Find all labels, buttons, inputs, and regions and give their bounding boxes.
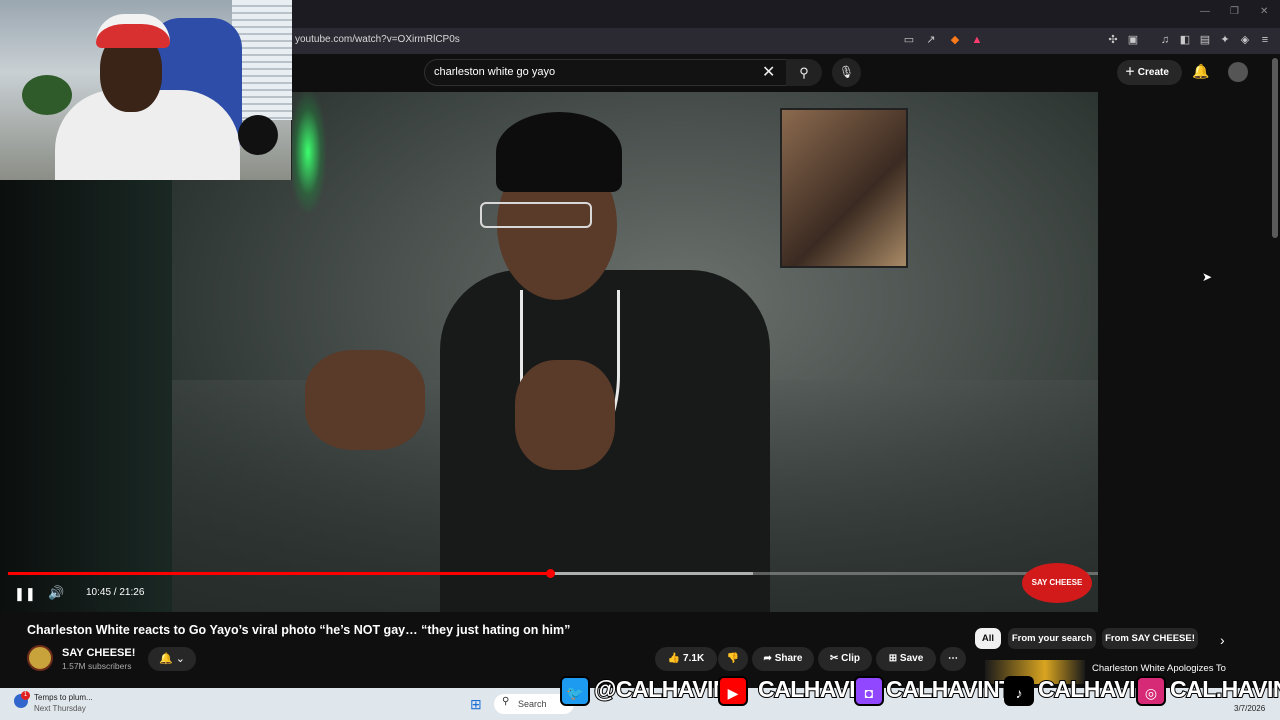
dislike-button[interactable]: 👎 [718,647,748,671]
progress-scrubber[interactable] [546,569,555,578]
streamer-microphone [238,115,278,155]
extensions-icon[interactable]: ✣ [1106,33,1120,47]
save-button[interactable]: ⊞ Save [876,647,936,671]
chip-from-search[interactable]: From your search [1008,628,1096,649]
vpn-icon[interactable]: ◈ [1238,33,1252,47]
instagram-handle: CAL.HAVIN [1169,675,1280,703]
bell-icon: 🔔 ⌄ [159,653,185,665]
chip-all[interactable]: All [975,628,1001,649]
bookmark-icon: ⊞ [888,653,900,664]
close-window-icon[interactable]: ✕ [1260,6,1268,17]
speaker-durag [496,112,622,192]
secondary-column [1098,92,1280,612]
share-button[interactable]: ➦ Share [752,647,814,671]
create-label: Create [1137,67,1169,78]
twitter-handle: @CALHAVIN [593,675,731,703]
brave-rewards-icon[interactable]: ▲ [970,33,984,47]
create-button[interactable]: ＋ Create [1117,60,1182,85]
taskbar-date: 3/7/2026 [1234,704,1266,713]
channel-logo-overlay: SAY CHEESE [1022,563,1092,603]
maximize-icon[interactable]: ❐ [1230,6,1239,17]
plus-icon: ＋ [1125,67,1138,78]
share-page-icon[interactable]: ↗ [924,33,938,47]
instagram-icon: ◎ [1136,676,1166,706]
widget-subtitle: Next Thursday [34,704,86,713]
music-icon[interactable]: ♫ [1158,33,1172,47]
screenshot-icon[interactable]: ▣ [1126,33,1140,47]
channel-avatar[interactable] [27,645,53,671]
tiktok-handle: CALHAVIN [1037,675,1153,703]
progress-played [8,572,550,575]
widget-title[interactable]: Temps to plum... [34,693,93,702]
cast-icon[interactable]: ▭ [902,33,916,47]
clip-label: Clip [841,653,861,664]
tiktok-icon: ♪ [1004,676,1034,706]
streamer-cap [96,14,170,48]
subscribe-notifications-button[interactable]: 🔔 ⌄ [148,647,196,671]
avatar[interactable] [1228,62,1248,82]
menu-icon[interactable]: ≡ [1258,33,1272,47]
leo-ai-icon[interactable]: ✦ [1218,33,1232,47]
subscriber-count: 1.57M subscribers [62,661,132,671]
thumbs-down-icon: 👎 [726,653,740,664]
speaker-hand-left [305,350,425,450]
neon-light [290,92,326,212]
windows-start-icon[interactable]: ⊞ [470,696,482,713]
url-text[interactable]: youtube.com/watch?v=OXirmRlCP0s [295,34,460,45]
chevron-right-icon[interactable]: › [1220,632,1225,648]
scissors-icon: ✂ [829,653,842,664]
twitch-icon: ◘ [854,676,884,706]
search-button[interactable]: ⚲ [786,59,822,86]
minimize-icon[interactable]: — [1200,6,1210,17]
webcam-plant [22,75,72,115]
volume-icon[interactable]: 🔊 [48,585,64,601]
like-button[interactable]: 👍 7.1K [655,647,717,671]
clip-button[interactable]: ✂ Clip [818,647,872,671]
clear-search-icon[interactable]: ✕ [762,62,775,82]
search-icon: ⚲ [502,696,510,707]
save-label: Save [899,653,924,664]
speaker-glasses [480,202,592,228]
youtube-icon: ▶ [718,676,748,706]
twitter-icon: 🐦 [560,676,590,706]
chip-from-channel[interactable]: From SAY CHEESE! [1102,628,1198,649]
brave-shield-icon[interactable]: ◆ [948,33,962,47]
channel-name[interactable]: SAY CHEESE! [62,647,135,659]
wallet-icon[interactable]: ▤ [1198,33,1212,47]
thumbs-up-icon: 👍 [667,653,684,664]
share-icon: ➦ [763,653,775,664]
related-video-title[interactable]: Charleston White Apologizes To [1092,663,1226,674]
search-icon: ⚲ [799,65,809,80]
more-actions-button[interactable]: ⋯ [940,647,966,671]
page-scrollbar[interactable] [1272,58,1278,238]
speaker-hand-right [515,360,615,470]
like-count: 7.1K [683,653,705,664]
sidebar-icon[interactable]: ◧ [1178,33,1192,47]
wall-painting [780,108,908,268]
voice-search-button[interactable]: 🎙 [832,58,861,87]
pause-icon[interactable]: ❚❚ [14,586,36,602]
search-input[interactable]: charleston white go yayo [434,66,555,78]
notifications-icon[interactable]: 🔔 [1192,63,1209,80]
time-display: 10:45 / 21:26 [86,587,145,598]
microphone-icon: 🎙 [838,65,855,79]
more-icon: ⋯ [948,653,958,664]
notification-badge: 1 [21,691,30,700]
share-label: Share [774,653,803,664]
video-title: Charleston White reacts to Go Yayo’s vir… [27,623,571,637]
mouse-cursor-icon: ➤ [1202,270,1213,284]
